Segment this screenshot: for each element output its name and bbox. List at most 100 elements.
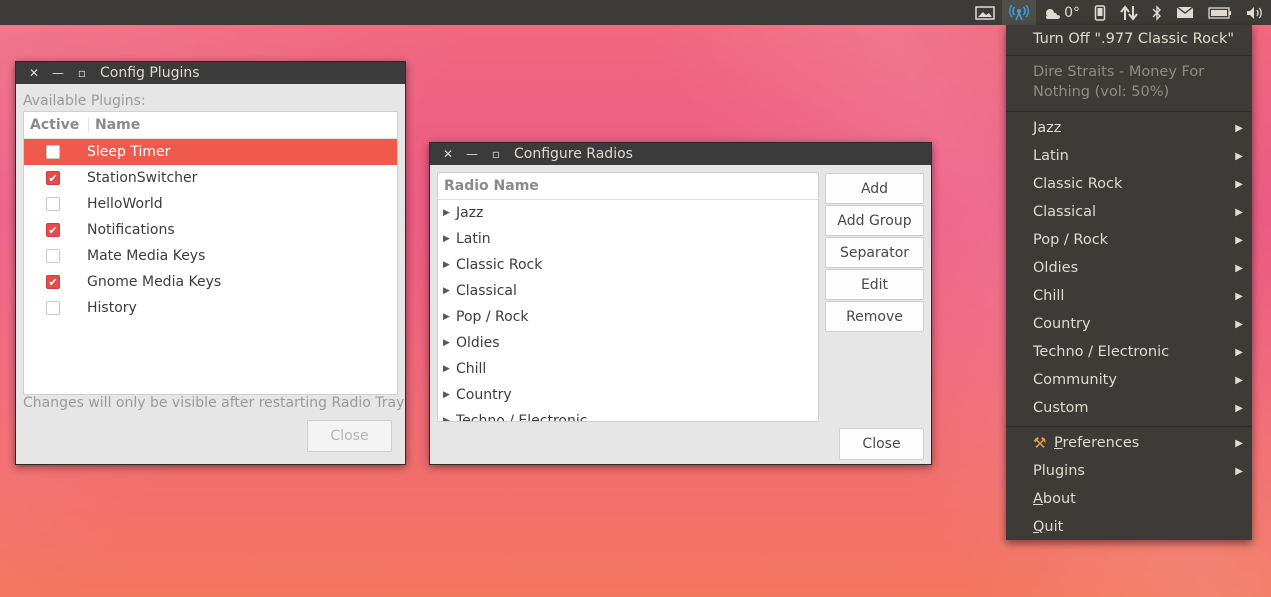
display-icon[interactable] (968, 0, 1002, 25)
plugin-name: StationSwitcher (87, 170, 198, 186)
radio-group-row[interactable]: ▶ Latin (438, 226, 818, 252)
available-plugins-label: Available Plugins: (23, 93, 146, 109)
plugin-active-checkbox[interactable] (46, 197, 60, 211)
radios-tree[interactable]: Radio Name ▶ Jazz ▶ Latin ▶ Classic Rock ▶ Clas… (437, 172, 819, 422)
submenu-arrow-icon: ▶ (1235, 178, 1243, 190)
quit-menu-item[interactable]: Quit (1006, 513, 1252, 541)
radio-group-row[interactable]: ▶ Chill (438, 356, 818, 382)
menu-group-label: Latin (1033, 148, 1069, 164)
menu-group-item[interactable]: Latin ▶ (1006, 142, 1252, 170)
expander-icon[interactable]: ▶ (443, 286, 451, 296)
expander-icon[interactable]: ▶ (443, 312, 451, 322)
volume-icon[interactable] (1239, 0, 1271, 25)
radio-name-header[interactable]: Radio Name (438, 173, 818, 200)
close-button[interactable]: Close (307, 420, 392, 452)
add-button[interactable]: Add (825, 173, 924, 204)
plugin-row[interactable]: Mate Media Keys (24, 243, 397, 269)
separator-button[interactable]: Separator (825, 237, 924, 268)
close-icon[interactable]: ✕ (22, 66, 46, 80)
col-name-header[interactable]: Name (89, 117, 140, 133)
turn-off-menu-item[interactable]: Turn Off ".977 Classic Rock" (1006, 25, 1252, 53)
radio-group-row[interactable]: ▶ Pop / Rock (438, 304, 818, 330)
radio-group-row[interactable]: ▶ Oldies (438, 330, 818, 356)
plugin-row[interactable]: ✔ StationSwitcher (24, 165, 397, 191)
menu-group-item[interactable]: Pop / Rock ▶ (1006, 226, 1252, 254)
radio-group-row[interactable]: ▶ Techno / Electronic (438, 408, 818, 421)
menu-group-item[interactable]: Classical ▶ (1006, 198, 1252, 226)
plugin-row[interactable]: History (24, 295, 397, 321)
expander-icon[interactable]: ▶ (443, 208, 451, 218)
phone-icon[interactable] (1087, 0, 1113, 25)
expander-icon[interactable]: ▶ (443, 416, 451, 421)
restart-note: Changes will only be visible after resta… (23, 395, 405, 411)
menu-group-item[interactable]: Classic Rock ▶ (1006, 170, 1252, 198)
menu-group-label: Classic Rock (1033, 176, 1123, 192)
plugin-active-checkbox[interactable] (46, 301, 60, 315)
plugin-active-checkbox[interactable]: ✔ (46, 223, 60, 237)
col-active-header[interactable]: Active (24, 117, 89, 133)
bluetooth-icon[interactable] (1145, 0, 1169, 25)
expander-icon[interactable]: ▶ (443, 364, 451, 374)
preferences-menu-item[interactable]: ⚒ Preferences ▶ (1006, 429, 1252, 457)
plugin-active-checkbox[interactable]: ✔ (46, 171, 60, 185)
submenu-arrow-icon: ▶ (1235, 437, 1243, 449)
plugin-active-checkbox[interactable]: ✔ (46, 275, 60, 289)
plugin-row[interactable]: HelloWorld (24, 191, 397, 217)
radio-group-name: Classic Rock (456, 257, 543, 273)
radio-group-row[interactable]: ▶ Jazz (438, 200, 818, 226)
menu-group-label: Classical (1033, 204, 1097, 220)
weather-icon (1046, 8, 1061, 19)
menu-group-item[interactable]: Techno / Electronic ▶ (1006, 338, 1252, 366)
expander-icon[interactable]: ▶ (443, 234, 451, 244)
menu-group-item[interactable]: Oldies ▶ (1006, 254, 1252, 282)
mnemonic: P (1054, 435, 1063, 451)
edit-button[interactable]: Edit (825, 269, 924, 300)
plugin-name: Gnome Media Keys (87, 274, 222, 290)
expander-icon[interactable]: ▶ (443, 260, 451, 270)
now-playing-line1: Dire Straits - Money For (1006, 62, 1252, 82)
menu-group-label: Community (1033, 372, 1117, 388)
weather-indicator[interactable]: 0° (1036, 0, 1087, 25)
radio-group-row[interactable]: ▶ Classic Rock (438, 252, 818, 278)
remove-button[interactable]: Remove (825, 301, 924, 332)
plugin-row[interactable]: ✔ Gnome Media Keys (24, 269, 397, 295)
close-button[interactable]: Close (839, 428, 924, 460)
configure-radios-window: ✕ — ▫ Configure Radios Radio Name ▶ Jazz ▶… (429, 142, 932, 465)
menu-group-item[interactable]: Chill ▶ (1006, 282, 1252, 310)
maximize-icon[interactable]: ▫ (484, 147, 508, 161)
menu-group-label: Custom (1033, 400, 1089, 416)
mnemonic: A (1033, 491, 1043, 507)
expander-icon[interactable]: ▶ (443, 338, 451, 348)
plugin-active-checkbox[interactable] (46, 145, 60, 159)
expander-icon[interactable]: ▶ (443, 390, 451, 400)
submenu-arrow-icon: ▶ (1235, 318, 1243, 330)
radio-group-row[interactable]: ▶ Country (438, 382, 818, 408)
maximize-icon[interactable]: ▫ (70, 66, 94, 80)
close-icon[interactable]: ✕ (436, 147, 460, 161)
plugin-active-checkbox[interactable] (46, 249, 60, 263)
radio-group-name: Latin (456, 231, 491, 247)
radio-group-name: Chill (456, 361, 487, 377)
window-title: Config Plugins (100, 65, 200, 81)
menu-group-label: Techno / Electronic (1033, 344, 1170, 360)
radio-group-name: Country (456, 387, 512, 403)
network-icon[interactable] (1113, 0, 1145, 25)
mail-icon[interactable] (1169, 0, 1201, 25)
mnemonic: Q (1033, 519, 1045, 535)
plugin-row[interactable]: Sleep Timer (24, 139, 397, 165)
radio-tray-icon[interactable] (1002, 0, 1037, 25)
add-group-button[interactable]: Add Group (825, 205, 924, 236)
menu-group-item[interactable]: Custom ▶ (1006, 394, 1252, 422)
plugins-menu-item[interactable]: Plugins ▶ (1006, 457, 1252, 485)
about-menu-item[interactable]: About (1006, 485, 1252, 513)
menu-group-item[interactable]: Country ▶ (1006, 310, 1252, 338)
menu-group-label: Chill (1033, 288, 1065, 304)
radio-group-row[interactable]: ▶ Classical (438, 278, 818, 304)
plugins-list[interactable]: Active Name Sleep Timer ✔ StationSwitcher H… (23, 111, 398, 395)
menu-group-item[interactable]: Jazz ▶ (1006, 114, 1252, 142)
plugin-row[interactable]: ✔ Notifications (24, 217, 397, 243)
minimize-icon[interactable]: — (460, 147, 484, 161)
battery-icon[interactable] (1201, 0, 1239, 25)
menu-group-item[interactable]: Community ▶ (1006, 366, 1252, 394)
minimize-icon[interactable]: — (46, 66, 70, 80)
